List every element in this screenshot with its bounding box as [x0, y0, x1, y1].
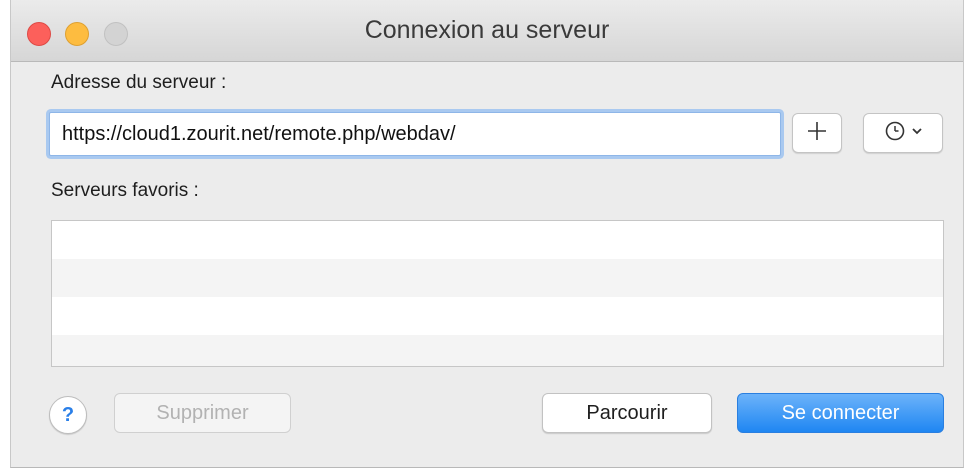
list-row	[52, 221, 943, 259]
delete-button: Supprimer	[114, 393, 291, 433]
add-favorite-button[interactable]	[792, 113, 842, 153]
help-button[interactable]: ?	[49, 396, 87, 434]
list-row	[52, 259, 943, 297]
list-row	[52, 335, 943, 366]
list-row	[52, 297, 943, 335]
title-bar: Connexion au serveur	[11, 0, 963, 62]
question-mark-icon: ?	[61, 403, 75, 426]
window-title: Connexion au serveur	[364, 16, 610, 44]
server-address-input[interactable]	[49, 112, 781, 156]
connect-to-server-dialog: Connexion au serveur Adresse du serveur …	[10, 0, 964, 468]
favorite-servers-label: Serveurs favoris :	[51, 180, 199, 201]
chevron-down-icon	[911, 124, 923, 142]
recent-servers-button[interactable]	[863, 113, 943, 153]
browse-button[interactable]: Parcourir	[542, 393, 712, 433]
server-address-label: Adresse du serveur :	[51, 72, 227, 93]
favorite-servers-list[interactable]	[51, 220, 944, 367]
plus-icon	[806, 120, 828, 147]
connect-button[interactable]: Se connecter	[737, 393, 944, 433]
clock-icon	[883, 119, 907, 148]
